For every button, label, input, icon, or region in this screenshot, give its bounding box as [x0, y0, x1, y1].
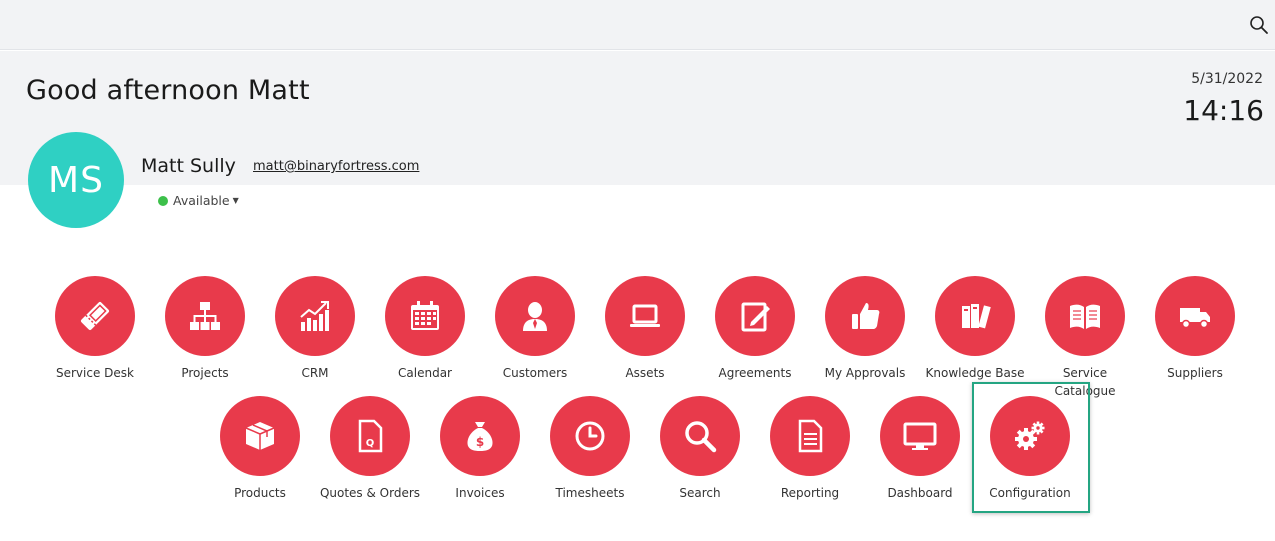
growth-chart-icon	[300, 301, 329, 331]
money-bag-icon: $	[467, 422, 493, 451]
status-indicator-dot	[158, 195, 168, 206]
ticket-icon	[80, 301, 110, 331]
tile-timesheets[interactable]: Timesheets	[535, 396, 645, 502]
document-pen-icon	[741, 302, 770, 332]
tile-label: Search	[679, 486, 721, 500]
tile-label: Timesheets	[555, 486, 625, 500]
books-icon	[962, 304, 991, 329]
hierarchy-icon	[190, 302, 220, 330]
current-time: 14:16	[1183, 94, 1264, 127]
monitor-icon	[903, 422, 937, 450]
tile-label: Configuration	[989, 486, 1071, 500]
tile-label: Dashboard	[887, 486, 953, 500]
clock-icon	[575, 421, 605, 451]
tile-label: Knowledge Base	[925, 366, 1025, 380]
user-name: Matt Sully	[141, 155, 236, 177]
search-icon[interactable]	[1249, 15, 1269, 35]
thumbs-up-icon	[852, 303, 880, 329]
avatar: MS	[28, 132, 124, 228]
tile-label: Projects	[181, 366, 229, 380]
truck-icon	[1180, 308, 1210, 329]
svg-text:$: $	[476, 435, 484, 449]
tile-label: Calendar	[398, 366, 452, 380]
greeting-heading: Good afternoon Matt	[26, 75, 310, 106]
tile-crm[interactable]: CRM	[260, 276, 370, 382]
tile-label: Service Catalogue	[1054, 366, 1116, 398]
tile-calendar[interactable]: Calendar	[370, 276, 480, 382]
tile-invoices[interactable]: $ Invoices	[425, 396, 535, 502]
box-icon	[245, 422, 275, 450]
tile-assets[interactable]: Assets	[590, 276, 700, 382]
tile-label: Agreements	[718, 366, 792, 380]
tile-knowledge-base[interactable]: Knowledge Base	[920, 276, 1030, 382]
tile-label: Assets	[625, 366, 665, 380]
caret-down-icon: ▼	[232, 196, 239, 205]
tile-label: Suppliers	[1167, 366, 1223, 380]
svg-text:Q: Q	[366, 438, 375, 449]
current-date: 5/31/2022	[1191, 71, 1263, 87]
person-icon	[523, 302, 547, 331]
top-bar	[0, 0, 1275, 50]
tile-label: Reporting	[780, 486, 840, 500]
tile-products[interactable]: Products	[205, 396, 315, 502]
magnifier-icon	[685, 421, 717, 453]
tile-label: My Approvals	[824, 366, 906, 380]
tile-label: Quotes & Orders	[319, 486, 421, 500]
tile-label: Service Desk	[56, 366, 134, 380]
tile-label: Products	[234, 486, 286, 500]
tile-search[interactable]: Search	[645, 396, 755, 502]
status-dropdown[interactable]: Available ▼	[158, 193, 239, 208]
tile-agreements[interactable]: Agreements	[700, 276, 810, 382]
tile-my-approvals[interactable]: My Approvals	[810, 276, 920, 382]
quote-document-icon: Q	[358, 419, 383, 453]
tile-projects[interactable]: Projects	[150, 276, 260, 382]
gears-icon	[1015, 421, 1045, 450]
tile-label: Invoices	[455, 486, 505, 500]
status-label: Available	[173, 193, 230, 208]
tile-label: Customers	[502, 366, 568, 380]
tile-configuration[interactable]: Configuration	[975, 396, 1085, 502]
tile-suppliers[interactable]: Suppliers	[1140, 276, 1250, 382]
tile-dashboard[interactable]: Dashboard	[865, 396, 975, 502]
user-email-link[interactable]: matt@binaryfortress.com	[253, 159, 419, 174]
calendar-icon	[411, 301, 439, 330]
tile-service-desk[interactable]: Service Desk	[40, 276, 150, 382]
open-book-icon	[1070, 304, 1100, 329]
tile-customers[interactable]: Customers	[480, 276, 590, 382]
tile-quotes-orders[interactable]: Q Quotes & Orders	[315, 396, 425, 502]
laptop-icon	[630, 304, 660, 327]
tile-reporting[interactable]: Reporting	[755, 396, 865, 502]
report-icon	[798, 419, 823, 453]
tile-label: CRM	[301, 366, 329, 380]
tile-service-catalogue[interactable]: Service Catalogue	[1030, 276, 1140, 400]
